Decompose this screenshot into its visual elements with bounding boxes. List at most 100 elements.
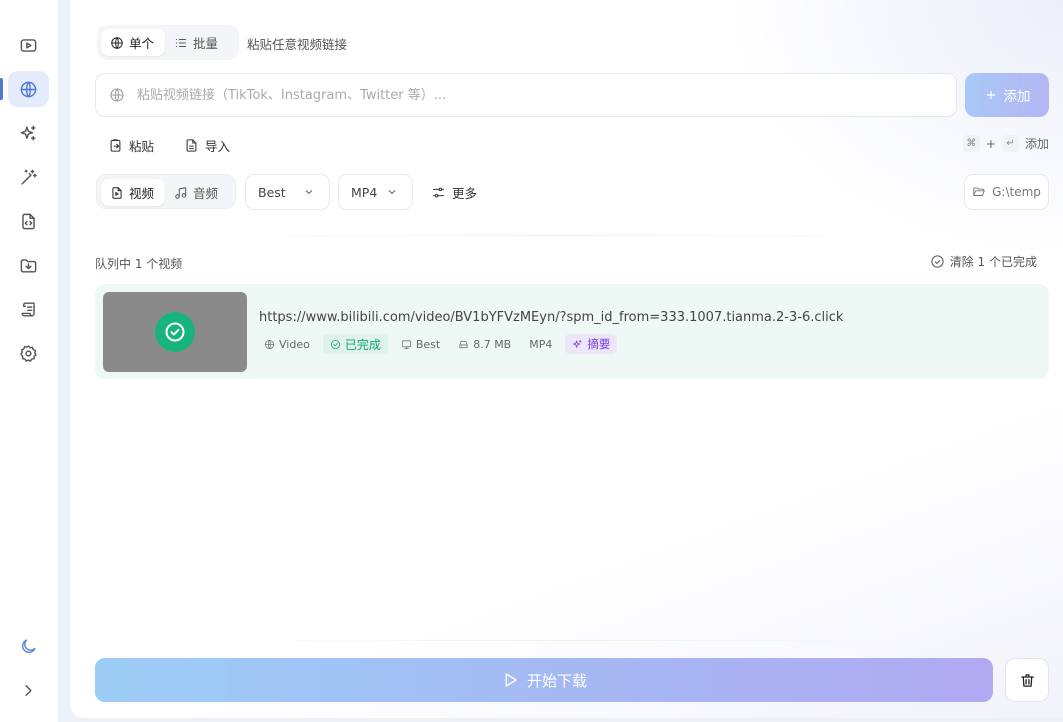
item-quality: Best	[396, 334, 445, 354]
output-folder-path: G:\temp	[992, 185, 1041, 199]
shortcut-action: 添加	[1024, 137, 1049, 151]
divider	[220, 640, 920, 641]
more-options-label: 更多	[452, 185, 478, 201]
queue-item-url: https://www.bilibili.com/video/BV1bYFVzM…	[259, 310, 844, 325]
check-circle-icon	[330, 339, 340, 349]
nav-settings[interactable]	[8, 335, 49, 371]
folder-open-icon	[973, 187, 986, 196]
output-folder-button[interactable]: G:\temp	[964, 174, 1049, 210]
scroll-icon	[21, 301, 35, 317]
moon-icon	[22, 638, 36, 653]
check-circle-icon	[931, 255, 944, 268]
type-audio[interactable]: 音频	[165, 179, 229, 206]
nav-logs[interactable]	[8, 291, 49, 327]
divider	[220, 235, 900, 236]
globe-icon	[110, 88, 124, 102]
item-format-label: MP4	[529, 337, 553, 351]
type-video-label: 视频	[129, 186, 155, 201]
sidebar	[0, 0, 58, 722]
cmd-key: ⌘	[962, 135, 980, 152]
video-file-icon	[112, 186, 122, 199]
more-options-button[interactable]: 更多	[431, 181, 477, 203]
expand-sidebar[interactable]	[8, 672, 49, 708]
import-label: 导入	[205, 138, 231, 154]
quality-value: Best	[258, 184, 286, 200]
queue-item-meta: Video 已完成 Best 8.7 MB MP4 摘要	[259, 334, 618, 354]
hard-drive-icon	[459, 340, 468, 348]
item-format: MP4	[524, 334, 557, 354]
mode-hint: 粘贴任意视频链接	[247, 37, 348, 52]
plus-icon	[986, 90, 995, 100]
queue-count: 队列中 1 个视频	[95, 257, 183, 271]
globe-icon	[264, 339, 275, 349]
type-video[interactable]: 视频	[101, 179, 166, 206]
queue-item[interactable]: https://www.bilibili.com/video/BV1bYFVzM…	[95, 284, 1049, 379]
theme-toggle[interactable]	[8, 628, 49, 664]
mode-single[interactable]: 单个	[101, 29, 166, 56]
status-label: 已完成	[344, 337, 381, 352]
start-download-label: 开始下载	[526, 671, 587, 690]
item-type: Video	[259, 334, 315, 354]
delete-button[interactable]	[1005, 658, 1049, 702]
mode-batch-label: 批量	[193, 36, 219, 51]
quality-select[interactable]: Best	[245, 174, 330, 210]
active-indicator	[0, 78, 3, 100]
nav-downloads[interactable]	[8, 247, 49, 283]
sparkles-icon	[20, 125, 36, 141]
code-file-icon	[22, 213, 35, 229]
container-value: MP4	[351, 184, 378, 200]
nav-web[interactable]	[8, 71, 49, 107]
main-panel: 单个 批量 粘贴任意视频链接 添加 粘贴 导入 ⌘ + ↵ 添加 视频 音	[70, 0, 1063, 718]
container-select[interactable]: MP4	[338, 174, 413, 210]
document-icon	[186, 138, 197, 152]
globe-icon	[111, 36, 123, 49]
gear-icon	[20, 344, 37, 362]
trash-icon	[1020, 673, 1034, 687]
magic-wand-icon	[21, 169, 37, 185]
video-icon	[20, 38, 37, 52]
sliders-icon	[432, 187, 445, 197]
chevron-down-icon	[388, 190, 396, 195]
paste-button[interactable]: 粘贴	[108, 134, 154, 156]
nav-ai[interactable]	[8, 115, 49, 151]
start-download-button[interactable]: 开始下载	[95, 658, 993, 702]
nav-tools[interactable]	[8, 159, 49, 195]
nav-video[interactable]	[8, 27, 49, 63]
chevron-down-icon	[305, 190, 313, 195]
list-icon	[175, 38, 187, 47]
import-button[interactable]: 导入	[184, 134, 230, 156]
media-type-switch: 视频 音频	[96, 174, 236, 209]
check-circle-icon	[165, 322, 185, 342]
status-badge: 已完成	[322, 334, 388, 354]
enter-key: ↵	[1001, 135, 1019, 152]
sparkles-icon	[573, 339, 582, 348]
paste-label: 粘贴	[129, 138, 155, 154]
clear-completed-button[interactable]: 清除 1 个已完成	[930, 253, 1037, 270]
clear-completed-label: 清除 1 个已完成	[949, 255, 1037, 269]
completed-badge	[155, 312, 195, 352]
add-button-label: 添加	[1003, 89, 1031, 105]
download-folder-icon	[20, 258, 37, 273]
add-shortcut-hint: ⌘ + ↵ 添加	[962, 135, 1049, 152]
nav-scripts[interactable]	[8, 203, 49, 239]
url-input-box	[95, 73, 957, 117]
type-audio-label: 音频	[193, 186, 219, 201]
globe-icon	[20, 81, 37, 97]
clipboard-icon	[110, 138, 121, 152]
chevron-right-icon	[25, 684, 32, 696]
url-input[interactable]	[137, 87, 917, 103]
item-type-label: Video	[279, 337, 310, 351]
item-quality-label: Best	[415, 337, 441, 351]
music-note-icon	[175, 186, 187, 199]
add-button[interactable]: 添加	[965, 73, 1049, 117]
mode-batch[interactable]: 批量	[165, 29, 229, 56]
item-size-label: 8.7 MB	[473, 337, 512, 351]
summary-label: 摘要	[587, 337, 611, 351]
mode-single-label: 单个	[129, 36, 155, 51]
monitor-icon	[401, 339, 411, 349]
shortcut-plus: +	[985, 136, 996, 151]
summary-button[interactable]: 摘要	[565, 334, 618, 354]
video-thumbnail	[103, 292, 247, 372]
play-icon	[505, 673, 517, 687]
item-size: 8.7 MB	[453, 334, 516, 354]
